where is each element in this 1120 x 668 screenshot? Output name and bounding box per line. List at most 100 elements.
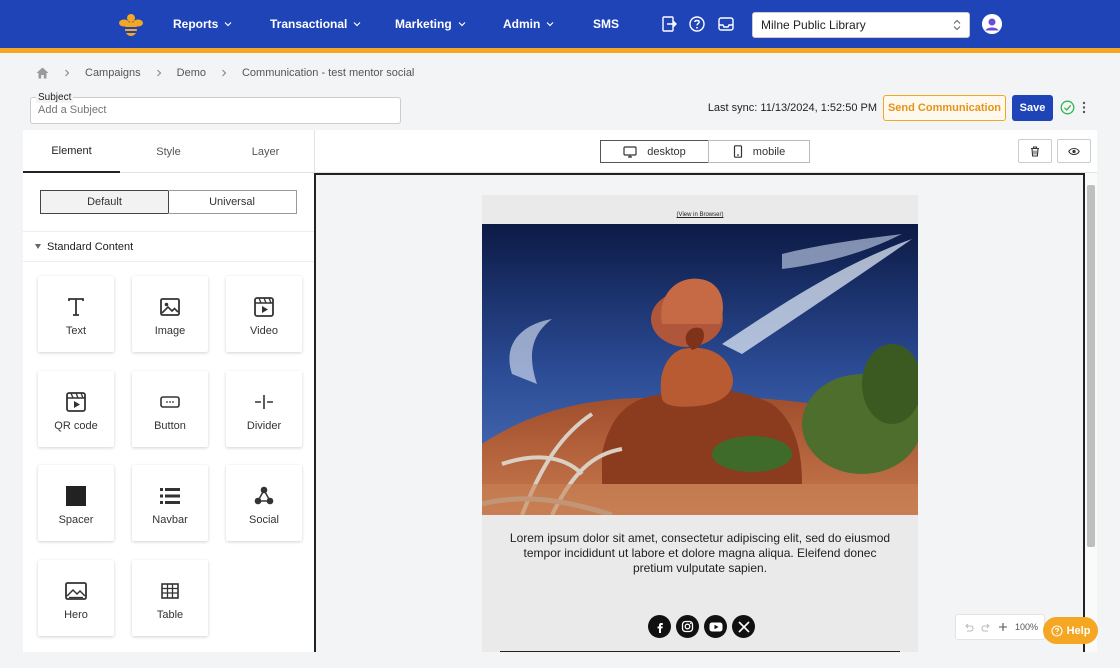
element-tile-label: QR code — [54, 420, 98, 432]
qr-code-icon — [66, 392, 86, 412]
chevron-right-icon — [156, 69, 161, 77]
scope-default-button[interactable]: Default — [40, 190, 169, 214]
help-circle-icon — [1051, 624, 1063, 637]
element-tile-label: Hero — [64, 609, 88, 621]
tab-element[interactable]: Element — [23, 130, 120, 173]
balanced-rock-image — [482, 224, 918, 515]
element-tile-video[interactable]: Video — [226, 276, 302, 352]
bee-logo-icon[interactable] — [118, 12, 144, 38]
email-body-text[interactable]: Lorem ipsum dolor sit amet, consectetur … — [502, 531, 898, 576]
user-avatar-icon — [982, 14, 1002, 34]
youtube-icon[interactable] — [704, 615, 727, 638]
save-button[interactable]: Save — [1012, 95, 1053, 121]
instagram-icon[interactable] — [676, 615, 699, 638]
element-tile-label: Text — [65, 325, 87, 337]
desktop-label: desktop — [647, 145, 686, 158]
element-tile-label: Spacer — [58, 514, 94, 526]
element-tile-text[interactable]: Text — [38, 276, 114, 352]
element-tile-table[interactable]: Table — [132, 560, 208, 636]
divider-icon — [255, 395, 273, 409]
facebook-icon[interactable] — [648, 615, 671, 638]
more-options-icon[interactable] — [1080, 100, 1088, 115]
nav-transactional[interactable]: Transactional — [270, 17, 362, 31]
element-tile-button[interactable]: Button — [132, 371, 208, 447]
standard-content-title: Standard Content — [47, 240, 134, 253]
email-canvas[interactable]: (View in Browser) Lorem ipsum dolor sit … — [314, 173, 1085, 652]
home-icon[interactable] — [36, 67, 49, 79]
scope-universal-button[interactable]: Universal — [168, 190, 297, 214]
panel-tabs: Element Style Layer — [23, 130, 315, 173]
element-tile-social[interactable]: Social — [226, 465, 302, 541]
trash-icon — [1031, 145, 1039, 157]
chevron-down-icon — [224, 22, 232, 27]
nav-reports[interactable]: Reports — [173, 17, 233, 31]
zoom-control: 100% — [955, 614, 1045, 640]
user-avatar[interactable] — [982, 14, 1002, 34]
email-preview: (View in Browser) Lorem ipsum dolor sit … — [482, 195, 918, 652]
hero-image[interactable] — [482, 224, 918, 515]
zoom-in-icon[interactable] — [998, 622, 1008, 632]
canvas-scrollbar-thumb[interactable] — [1087, 185, 1095, 547]
nav-marketing-label: Marketing — [395, 17, 452, 31]
mobile-icon — [733, 145, 742, 158]
undo-icon[interactable] — [964, 623, 974, 632]
canvas-scrollbar[interactable] — [1085, 173, 1097, 652]
select-arrows-icon — [953, 19, 961, 31]
mobile-view-button[interactable]: mobile — [708, 140, 810, 163]
nav-sms-label: SMS — [593, 17, 620, 31]
element-tile-hero[interactable]: Hero — [38, 560, 114, 636]
element-tile-spacer[interactable]: Spacer — [38, 465, 114, 541]
spacer-icon — [66, 486, 86, 506]
element-tile-label: Divider — [246, 420, 282, 432]
editor-toolbar: desktop mobile — [315, 130, 1097, 173]
nav-transactional-label: Transactional — [270, 17, 348, 31]
nav-sms[interactable]: SMS — [593, 17, 619, 31]
nav-admin-label: Admin — [503, 17, 541, 31]
element-tile-navbar[interactable]: Navbar — [132, 465, 208, 541]
social-icon — [254, 486, 274, 505]
send-communication-button[interactable]: Send Communication — [883, 95, 1006, 121]
organization-select[interactable]: Milne Public Library — [752, 12, 970, 38]
element-tile-label: Table — [156, 609, 184, 621]
sign-in-icon[interactable] — [660, 15, 678, 33]
subject-label: Subject — [36, 92, 74, 103]
nav-admin[interactable]: Admin — [503, 17, 555, 31]
nav-reports-label: Reports — [173, 17, 219, 31]
nav-accent-stripe — [0, 48, 1120, 53]
breadcrumb-campaigns[interactable]: Campaigns — [85, 67, 141, 79]
help-button[interactable]: Help — [1043, 617, 1098, 644]
element-tile-qr-code[interactable]: QR code — [38, 371, 114, 447]
inbox-icon[interactable] — [717, 15, 735, 33]
navbar-icon — [160, 488, 180, 504]
preview-button[interactable] — [1057, 139, 1091, 163]
element-tile-divider[interactable]: Divider — [226, 371, 302, 447]
element-tile-label: Social — [249, 514, 279, 526]
chevron-down-icon — [546, 22, 554, 27]
check-circle-icon — [1060, 100, 1075, 115]
chevron-down-icon — [353, 22, 361, 27]
caret-down-icon — [35, 244, 41, 249]
redo-icon[interactable] — [981, 623, 991, 632]
image-icon — [160, 298, 180, 316]
social-icons-row — [648, 615, 755, 638]
subject-input[interactable] — [38, 104, 388, 116]
tab-layer[interactable]: Layer — [217, 130, 314, 173]
video-icon — [254, 297, 274, 317]
zoom-level: 100% — [1015, 622, 1039, 632]
text-icon — [68, 298, 84, 316]
chevron-right-icon — [65, 69, 70, 77]
desktop-view-button[interactable]: desktop — [600, 140, 709, 163]
help-circle-icon[interactable] — [688, 15, 706, 33]
breadcrumb-demo[interactable]: Demo — [177, 67, 206, 79]
view-in-browser-link[interactable]: (View in Browser) — [482, 212, 918, 218]
standard-content-header[interactable]: Standard Content — [23, 231, 315, 262]
x-icon[interactable] — [732, 615, 755, 638]
last-sync-text: Last sync: 11/13/2024, 1:52:50 PM — [707, 102, 877, 114]
table-icon — [161, 583, 179, 599]
delete-button[interactable] — [1018, 139, 1052, 163]
element-tile-image[interactable]: Image — [132, 276, 208, 352]
nav-marketing[interactable]: Marketing — [395, 17, 467, 31]
tab-style[interactable]: Style — [120, 130, 217, 173]
desktop-icon — [623, 145, 637, 158]
organization-select-value: Milne Public Library — [761, 18, 866, 32]
